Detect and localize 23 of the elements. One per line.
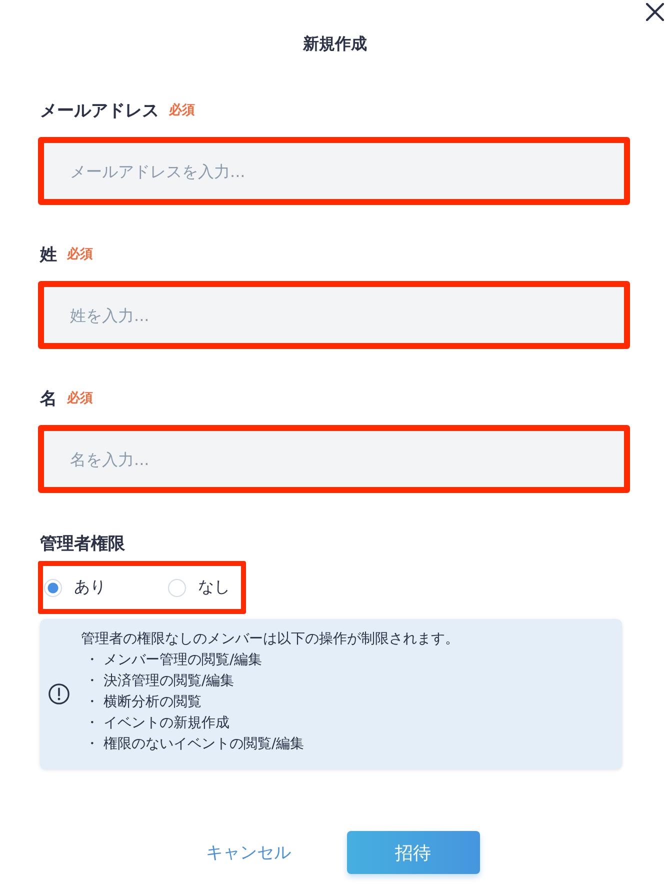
field-label: メールアドレス: [40, 100, 159, 122]
field-label: 姓: [40, 244, 57, 266]
field-label: 名: [40, 388, 57, 410]
required-label: 必須: [67, 246, 93, 263]
required-label: 必須: [67, 390, 93, 407]
radio-option[interactable]: あり: [44, 577, 106, 598]
close-icon[interactable]: [646, 3, 664, 21]
exclamation-icon: [48, 683, 70, 705]
input-field[interactable]: メールアドレスを入力...: [44, 143, 624, 199]
radio-option[interactable]: なし: [168, 577, 230, 598]
notice-list-item: ・ 決済管理の閲覧/編集: [84, 672, 234, 691]
notice-list-item: ・ メンバー管理の閲覧/編集: [84, 651, 262, 670]
notice-list-item: ・ 横断分析の閲覧: [84, 693, 202, 712]
notice-list-item: ・ 権限のないイベントの閲覧/編集: [84, 735, 304, 754]
radio-icon[interactable]: [44, 578, 62, 596]
input-field[interactable]: 名を入力...: [44, 431, 624, 487]
section-label: 管理者権限: [40, 532, 125, 554]
radio-icon[interactable]: [168, 578, 186, 596]
notice-text: 管理者の権限なしのメンバーは以下の操作が制限されます。: [81, 630, 459, 649]
notice-list-item: ・ イベントの新規作成: [84, 714, 230, 733]
required-label: 必須: [169, 102, 195, 119]
input-field[interactable]: 姓を入力...: [44, 287, 624, 343]
dialog-title: 新規作成: [303, 34, 367, 54]
